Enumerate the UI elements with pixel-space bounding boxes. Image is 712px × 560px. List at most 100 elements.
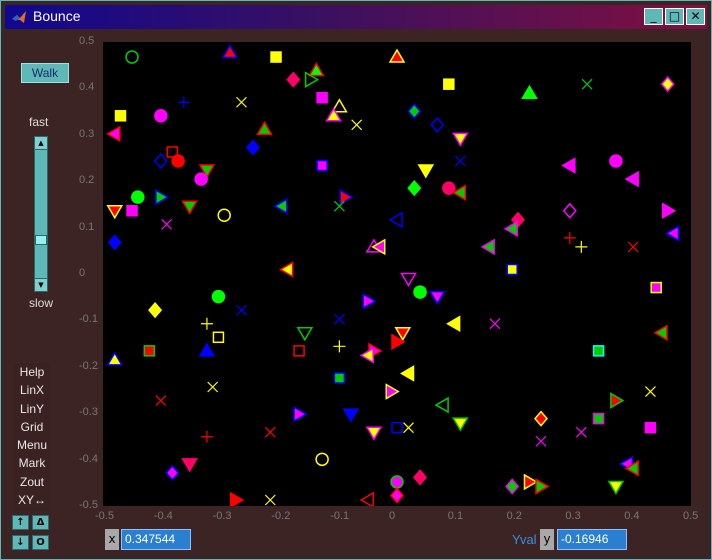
marker-triangle-left[interactable] <box>664 225 680 242</box>
marker-square[interactable] <box>126 204 138 217</box>
marker-x-mark[interactable] <box>155 395 167 406</box>
marker-diamond[interactable] <box>390 487 404 504</box>
marker-triangle-left[interactable] <box>480 238 495 256</box>
marker-diamond[interactable] <box>246 139 260 156</box>
marker-diamond[interactable] <box>407 103 422 120</box>
marker-triangle-down[interactable] <box>106 204 124 220</box>
marker-diamond[interactable] <box>505 478 520 495</box>
walk-button[interactable]: Walk <box>21 63 69 83</box>
marker-circle[interactable] <box>194 172 208 186</box>
marker-plus[interactable] <box>200 317 213 330</box>
marker-square[interactable] <box>506 263 518 276</box>
marker-x-mark[interactable] <box>333 200 345 212</box>
marker-triangle-right[interactable] <box>155 188 170 206</box>
marker-triangle-right[interactable] <box>661 202 677 220</box>
marker-triangle-down[interactable] <box>429 290 446 306</box>
marker-x-mark[interactable] <box>403 422 414 434</box>
marker-triangle-down[interactable] <box>181 200 198 215</box>
marker-square[interactable] <box>592 345 605 357</box>
marker-triangle-down[interactable] <box>342 408 360 423</box>
marker-triangle-up[interactable] <box>198 342 216 357</box>
marker-circle[interactable] <box>413 285 427 299</box>
marker-circle[interactable] <box>609 154 623 168</box>
slider-up-arrow-icon[interactable]: ▲ <box>35 137 47 150</box>
marker-triangle-down[interactable] <box>607 480 625 495</box>
delta-button[interactable]: Δ <box>32 515 49 530</box>
marker-triangle-right[interactable] <box>535 478 550 495</box>
marker-circle[interactable] <box>131 190 145 204</box>
marker-x-mark[interactable] <box>333 313 345 325</box>
marker-square[interactable] <box>333 372 346 384</box>
marker-triangle-left[interactable] <box>279 261 294 278</box>
marker-circle[interactable] <box>154 109 168 123</box>
circle-button[interactable]: O <box>32 535 49 550</box>
marker-triangle-left[interactable] <box>503 220 518 238</box>
x-readout-value[interactable]: 0.347544 <box>121 529 191 550</box>
y-readout-value[interactable]: -0.16946 <box>557 529 627 550</box>
marker-triangle-down[interactable] <box>400 272 417 288</box>
marker-square[interactable] <box>270 51 282 63</box>
marker-triangle-up[interactable] <box>325 107 342 122</box>
menu-item-help[interactable]: Help <box>13 363 51 381</box>
marker-square[interactable] <box>114 110 127 122</box>
marker-diamond[interactable] <box>153 152 168 170</box>
marker-diamond[interactable] <box>413 469 428 486</box>
marker-square[interactable] <box>316 159 328 172</box>
menu-item-menu[interactable]: Menu <box>13 436 51 454</box>
menu-item-mark[interactable]: Mark <box>13 454 51 472</box>
marker-triangle-right[interactable] <box>229 491 245 509</box>
up-button[interactable]: ↑ <box>12 515 29 530</box>
marker-x-mark[interactable] <box>645 386 656 397</box>
marker-circle[interactable] <box>217 208 231 222</box>
marker-triangle-left[interactable] <box>359 491 374 509</box>
marker-triangle-up[interactable] <box>106 351 124 366</box>
marker-square[interactable] <box>293 345 305 357</box>
marker-triangle-down[interactable] <box>365 426 383 441</box>
marker-x-mark[interactable] <box>207 381 219 393</box>
marker-x-mark[interactable] <box>236 96 247 108</box>
marker-square[interactable] <box>316 91 328 104</box>
marker-triangle-left[interactable] <box>273 197 288 215</box>
marker-plus[interactable] <box>575 240 588 253</box>
minimize-button[interactable]: _ <box>644 8 663 25</box>
marker-square[interactable] <box>644 421 657 434</box>
marker-x-mark[interactable] <box>454 155 466 167</box>
marker-triangle-up[interactable] <box>308 62 325 77</box>
marker-square[interactable] <box>212 331 225 344</box>
marker-x-mark[interactable] <box>264 426 276 438</box>
marker-circle[interactable] <box>125 50 139 64</box>
close-button[interactable]: ✕ <box>686 8 705 25</box>
marker-x-mark[interactable] <box>264 494 276 506</box>
marker-triangle-down[interactable] <box>181 458 198 473</box>
marker-triangle-down[interactable] <box>417 164 435 179</box>
marker-circle[interactable] <box>315 452 329 467</box>
marker-triangle-up[interactable] <box>221 44 239 59</box>
marker-x-mark[interactable] <box>627 241 639 253</box>
marker-triangle-down[interactable] <box>452 417 469 432</box>
maximize-button[interactable]: □ <box>665 8 684 25</box>
marker-diamond[interactable] <box>165 464 180 482</box>
marker-x-mark[interactable] <box>575 426 587 438</box>
marker-triangle-left[interactable] <box>561 157 576 174</box>
slider-thumb[interactable] <box>35 235 47 246</box>
marker-x-mark[interactable] <box>581 78 593 90</box>
plot-area[interactable] <box>103 42 691 509</box>
speed-slider[interactable]: ▲ ▼ <box>34 136 48 292</box>
slider-down-arrow-icon[interactable]: ▼ <box>35 278 47 291</box>
marker-triangle-left[interactable] <box>653 324 668 342</box>
marker-diamond[interactable] <box>660 76 675 93</box>
marker-triangle-right[interactable] <box>362 292 377 310</box>
marker-diamond[interactable] <box>534 410 548 427</box>
marker-square[interactable] <box>592 412 605 425</box>
marker-x-mark[interactable] <box>535 435 547 447</box>
marker-triangle-right[interactable] <box>523 473 538 491</box>
marker-square[interactable] <box>650 281 662 294</box>
menu-item-grid[interactable]: Grid <box>13 418 51 436</box>
marker-diamond[interactable] <box>407 179 422 197</box>
marker-x-mark[interactable] <box>351 119 363 131</box>
marker-triangle-right[interactable] <box>293 405 308 423</box>
marker-circle[interactable] <box>171 154 185 168</box>
marker-triangle-left[interactable] <box>400 365 415 382</box>
marker-triangle-left[interactable] <box>624 170 639 188</box>
title-bar[interactable]: Bounce _ □ ✕ <box>5 5 707 29</box>
